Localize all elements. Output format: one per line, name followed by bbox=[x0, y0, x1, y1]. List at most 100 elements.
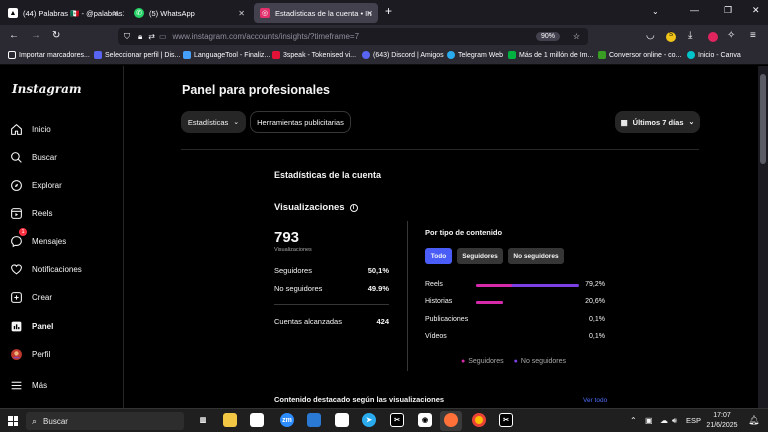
tab-no-seguidores[interactable]: No seguidores bbox=[508, 248, 564, 264]
followers-legend-dot: ● bbox=[461, 358, 466, 365]
calendar-icon: ▦ bbox=[620, 117, 628, 127]
bookmark-discord[interactable]: (643) Discord | Amigos bbox=[362, 51, 444, 59]
firefox-icon[interactable] bbox=[444, 413, 458, 427]
url-text[interactable]: www.instagram.com/accounts/insights/?tim… bbox=[173, 32, 360, 41]
new-tab-button[interactable]: + bbox=[385, 4, 392, 18]
extensions-puzzle-icon[interactable]: ✧ bbox=[727, 30, 735, 41]
zoom-icon[interactable]: zm bbox=[280, 413, 294, 427]
telegram-icon bbox=[447, 51, 455, 59]
sidebar-item-reels[interactable]: Reels bbox=[10, 204, 52, 222]
sidebar-item-mensajes[interactable]: 1 Mensajes bbox=[10, 228, 66, 250]
tab-palabras[interactable]: ▲ (44) Palabras 🇲🇽 - @palabras1 | ✕ bbox=[2, 3, 124, 23]
bookmark-images[interactable]: Más de 1 millón de Im... bbox=[508, 51, 593, 59]
windows-taskbar: ⌕ Buscar ▥ zm ➤ ✂ ◉ ✂ ⌃ ▣ ☁ 🔊︎ ESP 17:07… bbox=[0, 408, 768, 432]
page-scrollbar[interactable] bbox=[758, 66, 768, 408]
views-caption: Visualizaciones bbox=[274, 247, 312, 253]
tab-todo[interactable]: Todo bbox=[425, 248, 452, 264]
file-explorer-icon[interactable] bbox=[223, 413, 237, 427]
stats-filter-button[interactable]: Estadísticas ⌄ bbox=[181, 111, 246, 133]
permissions-icon[interactable]: ⇄ bbox=[148, 32, 155, 41]
bookmark-converter[interactable]: Conversor online - co... bbox=[598, 51, 681, 59]
window-close-icon[interactable]: ✕ bbox=[752, 5, 760, 16]
minimize-icon[interactable]: — bbox=[690, 5, 699, 15]
restore-icon[interactable]: ❐ bbox=[724, 5, 732, 16]
taskbar-search[interactable]: ⌕ Buscar bbox=[26, 412, 184, 430]
sidebar-item-perfil[interactable]: Perfil bbox=[10, 345, 50, 363]
download-icon[interactable]: ⤓ bbox=[688, 30, 692, 41]
extension-icon[interactable] bbox=[708, 32, 718, 42]
tab-seguidores[interactable]: Seguidores bbox=[457, 248, 503, 264]
tab-whatsapp[interactable]: ✆ (5) WhatsApp ✕ bbox=[128, 3, 250, 23]
camera-icon[interactable]: ▭ bbox=[159, 32, 167, 41]
bookmark-canva[interactable]: Inicio - Canva bbox=[687, 51, 741, 59]
import-icon bbox=[8, 51, 16, 59]
converter-icon bbox=[598, 51, 606, 59]
search-icon bbox=[11, 151, 22, 163]
tab-instagram[interactable]: ◎ Estadísticas de la cuenta • Insta ✕ bbox=[254, 3, 378, 23]
info-icon[interactable]: i bbox=[349, 203, 358, 212]
date-range-button[interactable]: ▦ Últimos 7 días ⌄ bbox=[615, 111, 700, 133]
telegram-icon[interactable]: ➤ bbox=[362, 413, 376, 427]
explore-icon bbox=[11, 179, 22, 191]
onedrive-icon[interactable]: ☁ bbox=[660, 416, 668, 425]
sidebar-item-inicio[interactable]: Inicio bbox=[10, 120, 51, 138]
account-avatar-icon[interactable]: S bbox=[666, 32, 676, 42]
sidebar-item-mas[interactable]: Más bbox=[10, 376, 47, 394]
document-icon[interactable] bbox=[335, 413, 349, 427]
see-all-link[interactable]: Ver todo bbox=[583, 397, 607, 404]
bookmark-telegram[interactable]: Telegram Web bbox=[447, 51, 503, 59]
notepad-icon[interactable] bbox=[250, 413, 264, 427]
close-icon[interactable]: ✕ bbox=[238, 9, 245, 18]
capcut-icon[interactable]: ✂ bbox=[390, 413, 404, 427]
close-icon[interactable]: ✕ bbox=[366, 9, 373, 18]
pocket-icon[interactable]: ◡ bbox=[646, 30, 655, 41]
sidebar-item-explorar[interactable]: Explorar bbox=[10, 176, 62, 194]
chevron-up-icon[interactable]: ⌃ bbox=[630, 416, 637, 425]
store-icon[interactable] bbox=[307, 413, 321, 427]
non-followers-legend-dot: ● bbox=[513, 358, 518, 365]
hamburger-menu-icon[interactable]: ≡ bbox=[750, 30, 756, 41]
content-row-publicaciones: Publicaciones 0,1% bbox=[425, 316, 605, 323]
sidebar-item-buscar[interactable]: Buscar bbox=[10, 148, 57, 166]
capcut-icon[interactable]: ✂ bbox=[499, 413, 513, 427]
sidebar-item-crear[interactable]: Crear bbox=[10, 288, 52, 306]
app-icon[interactable]: ◉ bbox=[418, 413, 432, 427]
sidebar-item-panel[interactable]: Panel bbox=[10, 317, 53, 335]
task-view-icon[interactable]: ▥ bbox=[196, 413, 210, 427]
url-bar[interactable]: ⛉ 🔒︎ ⇄ ▭ www.instagram.com/accounts/insi… bbox=[118, 28, 588, 45]
forward-icon[interactable]: → bbox=[31, 30, 41, 41]
language-indicator[interactable]: ESP bbox=[686, 416, 701, 425]
close-icon[interactable]: ✕ bbox=[112, 9, 119, 18]
bookmark-import[interactable]: Importar marcadores... bbox=[8, 51, 90, 59]
languagetool-icon bbox=[183, 51, 191, 59]
instagram-page: Instagram Inicio Buscar Explorar Reels 1… bbox=[0, 66, 768, 408]
bookmarks-bar: Importar marcadores... Seleccionar perfi… bbox=[0, 48, 768, 65]
sidebar-item-notificaciones[interactable]: Notificaciones bbox=[10, 260, 82, 278]
clock[interactable]: 17:07 21/6/2025 bbox=[704, 411, 740, 431]
notification-bell-icon[interactable]: 🔔︎ bbox=[748, 415, 759, 426]
bookmark-star-icon[interactable]: ☆ bbox=[573, 32, 580, 41]
notification-badge: 1 bbox=[19, 228, 27, 236]
scrollbar-thumb[interactable] bbox=[760, 74, 766, 164]
messenger-icon bbox=[11, 235, 22, 247]
ad-tools-button[interactable]: Herramientas publicitarias bbox=[250, 111, 351, 133]
lock-icon[interactable]: 🔒︎ bbox=[138, 32, 142, 42]
bookmark-3speak[interactable]: 3speak - Tokenised vi... bbox=[272, 51, 356, 59]
reload-icon[interactable]: ↻ bbox=[52, 30, 60, 41]
windows-start-icon[interactable] bbox=[8, 416, 18, 426]
section-title: Estadísticas de la cuenta bbox=[274, 170, 382, 180]
chrome-icon[interactable] bbox=[472, 413, 486, 427]
reels-icon bbox=[11, 207, 22, 219]
tray-app-icon[interactable]: ▣ bbox=[645, 416, 653, 425]
chevron-down-icon[interactable]: ⌄ bbox=[652, 7, 659, 16]
chart-legend: ● Seguidores ● No seguidores bbox=[461, 358, 567, 365]
chevron-down-icon: ⌄ bbox=[233, 119, 240, 126]
shield-icon[interactable]: ⛉ bbox=[124, 32, 130, 42]
bookmark-perfil[interactable]: Seleccionar perfil | Dis... bbox=[94, 51, 180, 59]
volume-icon[interactable]: 🔊︎ bbox=[672, 416, 677, 426]
divider bbox=[181, 149, 699, 150]
back-icon[interactable]: ← bbox=[9, 30, 19, 41]
zoom-level[interactable]: 90% bbox=[535, 32, 560, 41]
bookmark-languagetool[interactable]: LanguageTool - Finaliz... bbox=[183, 51, 270, 59]
instagram-logo[interactable]: Instagram bbox=[12, 82, 82, 96]
